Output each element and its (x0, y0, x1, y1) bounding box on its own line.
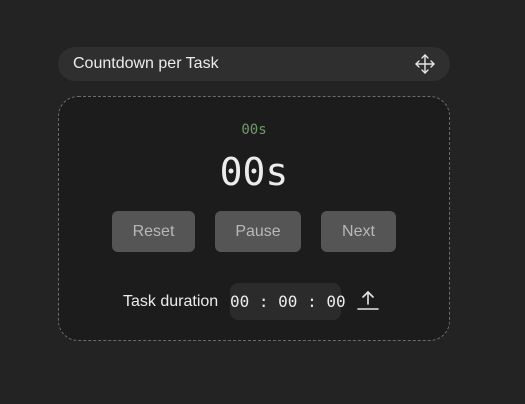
timer-panel: 00s 00s Reset Pause Next Task duration 0… (58, 96, 450, 341)
task-duration-label: Task duration (123, 293, 219, 310)
elapsed-time-small: 00s (241, 122, 267, 138)
title-bar: Countdown per Task (58, 47, 450, 81)
move-arrows-icon[interactable] (414, 53, 436, 75)
reset-button[interactable]: Reset (112, 211, 195, 252)
countdown-display: 00s (219, 150, 289, 194)
window-title: Countdown per Task (73, 55, 219, 72)
pause-button[interactable]: Pause (215, 211, 301, 252)
next-button[interactable]: Next (321, 211, 396, 252)
task-duration-input[interactable]: 00 : 00 : 00 (230, 283, 346, 320)
upload-icon[interactable] (356, 289, 380, 311)
